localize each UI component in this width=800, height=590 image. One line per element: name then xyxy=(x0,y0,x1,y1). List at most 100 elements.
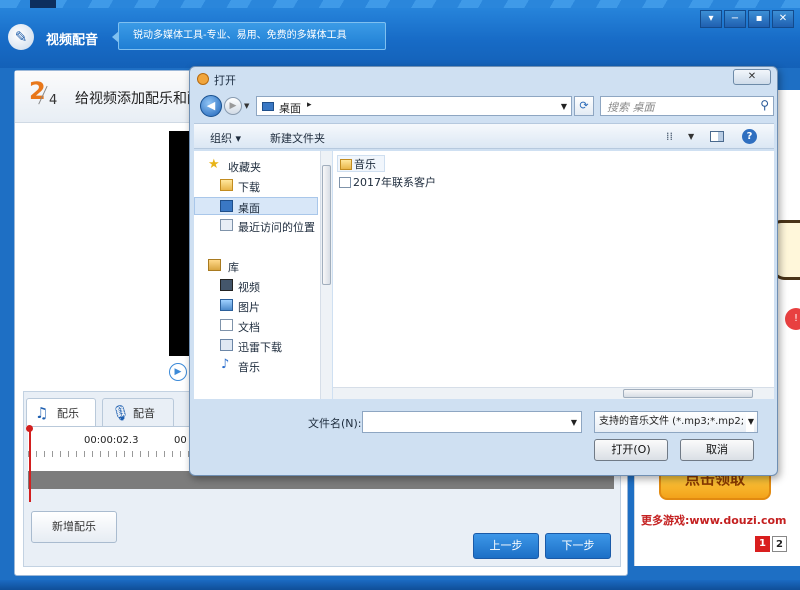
prev-step-button[interactable]: 上一步 xyxy=(473,533,539,559)
nav-item-videos[interactable]: 视频 xyxy=(194,277,318,295)
file-list: 音乐 2017年联系客户 xyxy=(333,151,774,399)
organize-button[interactable]: 组织 ▾ xyxy=(210,130,241,146)
scrollbar-thumb[interactable] xyxy=(322,165,331,285)
search-placeholder: 搜索 桌面 xyxy=(607,101,655,114)
search-input[interactable]: 搜索 桌面 ⚲ xyxy=(600,96,774,116)
status-bar xyxy=(0,580,800,590)
nav-item-favorites[interactable]: ★ 收藏夹 xyxy=(194,157,318,175)
nav-item-label: 文档 xyxy=(238,321,260,334)
address-bar[interactable]: 桌面 ▸ ▼ xyxy=(256,96,572,116)
file-item-name: 2017年联系客户 xyxy=(353,176,436,189)
desktop-icon xyxy=(220,200,233,212)
tab-music-label: 配乐 xyxy=(57,407,79,420)
tab-voiceover[interactable]: 🎙 配音 xyxy=(102,398,174,426)
timeline-time-label: 00:00:02.3 xyxy=(84,435,139,446)
app-logo-icon: ✎ xyxy=(8,24,34,50)
minimize-button[interactable]: − xyxy=(724,10,746,28)
filename-label: 文件名(N): xyxy=(308,417,362,430)
search-icon[interactable]: ⚲ xyxy=(760,98,769,112)
view-dropdown-icon[interactable]: ▼ xyxy=(688,132,694,141)
nav-item-label: 迅雷下载 xyxy=(238,341,282,354)
nav-item-desktop[interactable]: 桌面 xyxy=(194,197,318,215)
nav-item-thunder-downloads[interactable]: 迅雷下载 xyxy=(194,337,318,355)
video-library-icon xyxy=(220,279,233,291)
cancel-button[interactable]: 取消 xyxy=(680,439,754,461)
file-item-contacts-shortcut[interactable]: 2017年联系客户 xyxy=(337,174,436,191)
play-button[interactable]: ▶ xyxy=(169,363,187,381)
microphone-icon: 🎙 xyxy=(111,404,131,422)
music-library-icon: ♪ xyxy=(221,357,230,372)
dialog-app-icon xyxy=(197,73,209,85)
file-type-filter-value: 支持的音乐文件 (*.mp3;*.mp2; xyxy=(599,416,745,427)
nav-item-pictures[interactable]: 图片 xyxy=(194,297,318,315)
chevron-down-icon[interactable]: ▼ xyxy=(561,102,567,111)
filename-input[interactable]: ▼ xyxy=(362,411,582,433)
command-bar: 组织 ▾ 新建文件夹 ⁞⁞ ▼ ? xyxy=(194,123,774,149)
ad-more-games-link[interactable]: 更多游戏:www.douzi.com xyxy=(641,512,787,528)
forward-button[interactable]: ▶ xyxy=(224,97,242,115)
tab-music[interactable]: ♫ 配乐 xyxy=(26,398,96,426)
tab-voiceover-label: 配音 xyxy=(133,407,155,420)
maximize-button[interactable]: ▪ xyxy=(748,10,770,28)
open-file-dialog: 打开 ✕ ◀ ▶ ▼ 桌面 ▸ ▼ ⟳ 搜索 桌面 ⚲ 组织 ▾ 新建文件夹 ⁞… xyxy=(189,66,778,476)
dropdown-menu-button[interactable]: ▾ xyxy=(700,10,722,28)
nav-item-documents[interactable]: 文档 xyxy=(194,317,318,335)
shortcut-icon xyxy=(339,177,351,188)
file-item-music-folder[interactable]: 音乐 xyxy=(337,155,385,172)
add-music-button[interactable]: 新增配乐 xyxy=(31,511,117,543)
folder-icon xyxy=(220,179,233,191)
timeline-time-label: 00 xyxy=(174,435,187,446)
next-step-button[interactable]: 下一步 xyxy=(545,533,611,559)
view-options-icon[interactable]: ⁞⁞ xyxy=(666,130,673,143)
open-button[interactable]: 打开(O) xyxy=(594,439,668,461)
navigation-pane: ★ 收藏夹 下载 桌面 最近访问的位置 库 视频 图片 文档 迅雷下载 ♪ 音乐 xyxy=(194,151,332,399)
app-slogan: 锐动多媒体工具-专业、易用、免费的多媒体工具 xyxy=(112,22,386,50)
nav-item-label: 图片 xyxy=(238,301,260,314)
ad-page-1[interactable]: 1 xyxy=(755,536,770,552)
nav-item-label: 桌面 xyxy=(238,202,260,215)
address-location[interactable]: 桌面 xyxy=(279,100,301,116)
header-stripe xyxy=(0,0,800,8)
help-icon[interactable]: ? xyxy=(742,129,757,144)
dialog-close-button[interactable]: ✕ xyxy=(733,69,771,85)
new-folder-button[interactable]: 新建文件夹 xyxy=(270,130,325,146)
back-button[interactable]: ◀ xyxy=(200,95,222,117)
music-note-icon: ♫ xyxy=(35,404,49,422)
desktop-icon xyxy=(262,102,274,111)
nav-item-music[interactable]: ♪ 音乐 xyxy=(194,357,318,375)
header-tab-marker xyxy=(30,0,56,8)
playhead[interactable] xyxy=(29,428,31,502)
chevron-down-icon[interactable]: ▼ xyxy=(745,412,754,432)
preview-pane-icon[interactable] xyxy=(710,131,724,142)
close-button[interactable]: ✕ xyxy=(772,10,794,28)
chevron-down-icon[interactable]: ▼ xyxy=(571,418,577,427)
picture-library-icon xyxy=(220,299,233,311)
app-header: ✎ 视频配音 锐动多媒体工具-专业、易用、免费的多媒体工具 ▾ − ▪ ✕ xyxy=(0,0,800,68)
file-type-filter[interactable]: 支持的音乐文件 (*.mp3;*.mp2; ▼ xyxy=(594,411,758,433)
app-title: 视频配音 xyxy=(46,33,99,48)
nav-item-downloads[interactable]: 下载 xyxy=(194,177,318,195)
refresh-button[interactable]: ⟳ xyxy=(574,96,594,116)
ad-badge: ! xyxy=(785,308,800,330)
nav-item-label: 下载 xyxy=(238,181,260,194)
dialog-navigation-bar: ◀ ▶ ▼ 桌面 ▸ ▼ ⟳ 搜索 桌面 ⚲ xyxy=(194,93,774,119)
chevron-right-icon[interactable]: ▸ xyxy=(307,100,312,110)
document-library-icon xyxy=(220,319,233,331)
nav-item-label: 最近访问的位置 xyxy=(238,221,315,234)
dialog-titlebar[interactable]: 打开 ✕ xyxy=(190,67,777,91)
nav-item-recent-places[interactable]: 最近访问的位置 xyxy=(194,217,318,235)
file-item-name: 音乐 xyxy=(354,158,376,171)
nav-pane-scrollbar[interactable] xyxy=(320,151,332,399)
file-list-scrollbar[interactable] xyxy=(333,387,774,399)
step-total: 4 xyxy=(49,93,58,108)
nav-item-libraries[interactable]: 库 xyxy=(194,257,318,275)
recent-places-icon xyxy=(220,219,233,231)
nav-item-label: 音乐 xyxy=(238,361,260,374)
star-icon: ★ xyxy=(208,157,220,172)
window-controls: ▾ − ▪ ✕ xyxy=(700,10,794,28)
ad-page-2[interactable]: 2 xyxy=(772,536,787,552)
recent-locations-dropdown[interactable]: ▼ xyxy=(244,102,249,110)
scrollbar-thumb[interactable] xyxy=(623,389,753,398)
nav-item-label: 视频 xyxy=(238,281,260,294)
nav-item-label: 收藏夹 xyxy=(228,161,261,174)
